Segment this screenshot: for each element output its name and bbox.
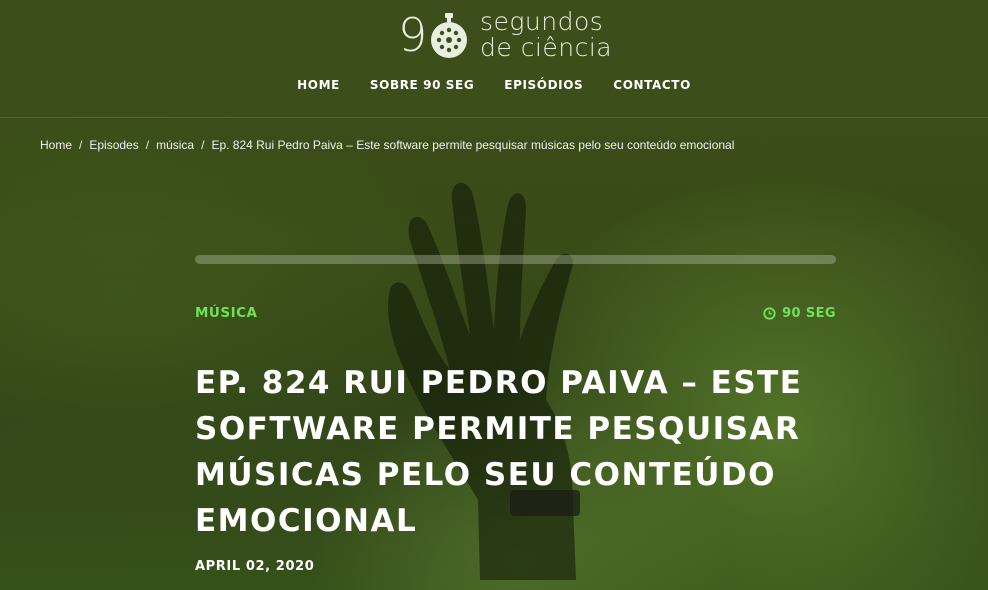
breadcrumb: Home / Episodes / música / Ep. 824 Rui P… (40, 138, 734, 152)
clock-icon (763, 306, 776, 320)
category-link[interactable]: MÚSICA (195, 305, 258, 321)
logo-line-2: de ciência (480, 33, 613, 62)
breadcrumb-separator: / (79, 138, 83, 152)
site-header: 9 segundos de ciência HOME SOBRE 90 SEG … (0, 0, 988, 118)
episode-duration: 90 SEG (763, 306, 836, 321)
duration-label: 90 SEG (782, 305, 836, 321)
nav-item-episodios[interactable]: EPISÓDIOS (504, 76, 583, 94)
breadcrumb-episodes[interactable]: Episodes (89, 138, 138, 152)
audio-progress-bar[interactable] (195, 255, 836, 264)
logo-mark: 9 (398, 6, 476, 64)
logo-number: 9 (398, 8, 428, 62)
nav-item-home[interactable]: HOME (297, 76, 340, 94)
stopwatch-icon (431, 13, 467, 58)
breadcrumb-current: Ep. 824 Rui Pedro Paiva – Este software … (211, 138, 735, 152)
site-logo[interactable]: 9 segundos de ciência (398, 6, 638, 64)
logo-wordmark: segundos de ciência (480, 9, 612, 61)
nav-item-contacto[interactable]: CONTACTO (613, 76, 691, 94)
breadcrumb-home[interactable]: Home (40, 138, 72, 152)
breadcrumb-separator: / (201, 138, 205, 152)
logo-line-1: segundos (480, 7, 604, 36)
main-nav: HOME SOBRE 90 SEG EPISÓDIOS CONTACTO (0, 76, 988, 94)
nav-item-sobre[interactable]: SOBRE 90 SEG (370, 76, 474, 94)
episode-meta: MÚSICA 90 SEG (195, 305, 836, 321)
breadcrumb-musica[interactable]: música (156, 138, 194, 152)
episode-title: EP. 824 RUI PEDRO PAIVA – ESTE SOFTWARE … (195, 365, 803, 539)
breadcrumb-separator: / (145, 138, 150, 152)
episode-date: APRIL 02, 2020 (195, 559, 315, 574)
